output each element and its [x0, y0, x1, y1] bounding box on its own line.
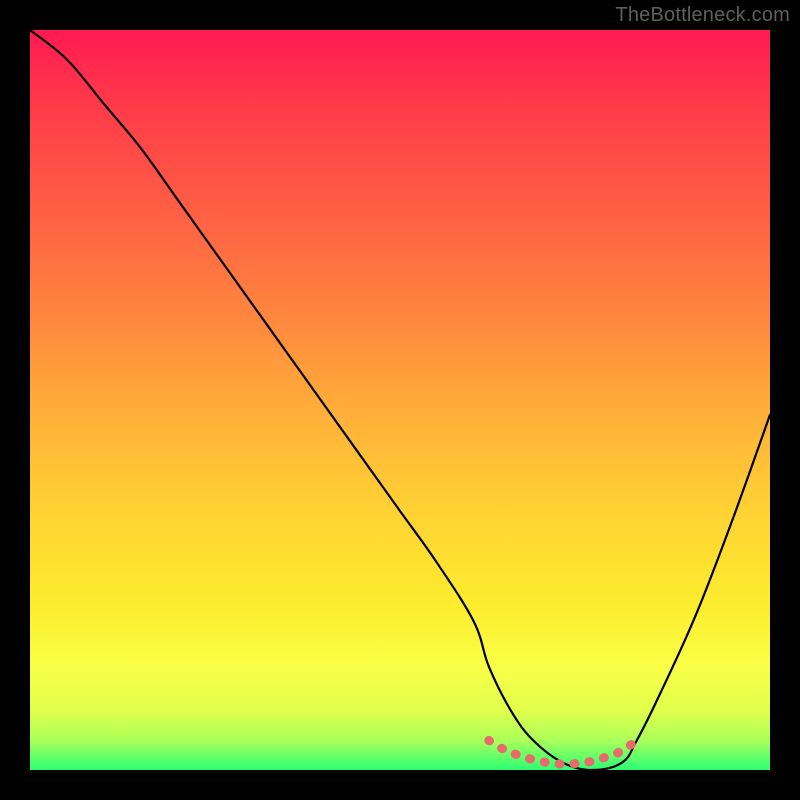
- chart-canvas: TheBottleneck.com: [0, 0, 800, 800]
- chart-svg: [30, 30, 770, 770]
- attribution-text: TheBottleneck.com: [615, 4, 790, 27]
- plot-area: [30, 30, 770, 770]
- optimal-zone-marker: [489, 740, 637, 764]
- bottleneck-curve: [30, 30, 770, 770]
